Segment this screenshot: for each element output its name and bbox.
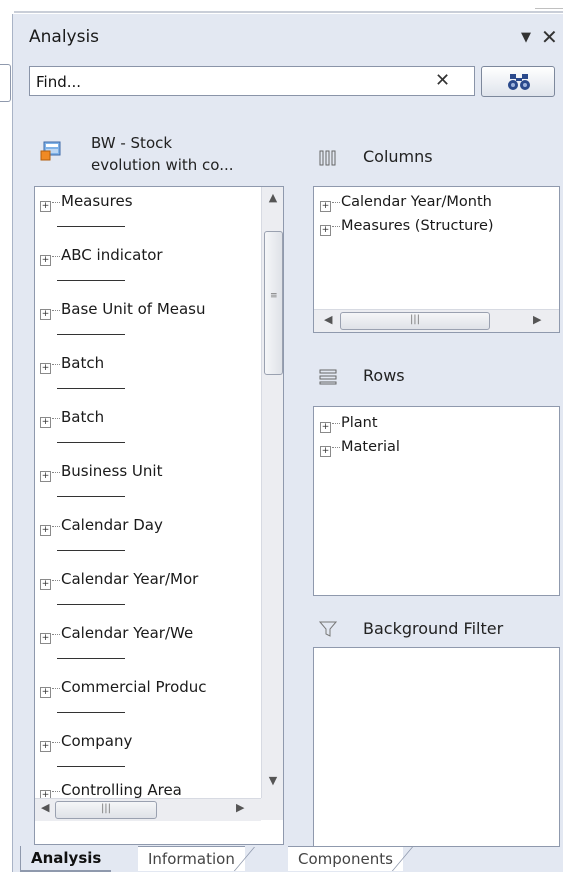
rows-drop-zone[interactable]: + Plant + Material xyxy=(313,406,560,596)
tree-item[interactable]: + ABC indicator xyxy=(40,246,255,268)
panel-title: Analysis xyxy=(29,27,100,47)
datasource-name-line1: BW - Stock xyxy=(91,134,173,152)
expand-icon[interactable]: + xyxy=(40,579,51,590)
tree-item[interactable]: + Company xyxy=(40,732,255,754)
divider xyxy=(57,496,125,497)
tree-item[interactable]: + Calendar Year/We xyxy=(40,624,255,646)
analysis-panel: Analysis ▼ ✕ ✕ BW - Stock evolution with… xyxy=(12,14,563,872)
scroll-right-icon[interactable]: ▶ xyxy=(236,801,244,814)
tree-item[interactable]: + Batch xyxy=(40,408,255,430)
tree-item-measures[interactable]: + Measures xyxy=(40,192,255,214)
find-button[interactable] xyxy=(481,66,555,97)
divider xyxy=(57,388,125,389)
scroll-thumb[interactable]: ||| xyxy=(55,801,157,819)
expand-icon[interactable]: + xyxy=(40,309,51,320)
rows-item[interactable]: + Material xyxy=(320,437,559,459)
divider xyxy=(57,766,125,767)
tree-item[interactable]: + Batch xyxy=(40,354,255,376)
scroll-down-icon[interactable]: ▼ xyxy=(262,774,283,794)
columns-label: Columns xyxy=(363,147,433,166)
scroll-thumb[interactable]: ≡ xyxy=(264,231,283,375)
divider xyxy=(57,280,125,281)
divider xyxy=(57,442,125,443)
tab-components[interactable]: Components xyxy=(288,846,403,871)
divider xyxy=(57,550,125,551)
scroll-left-icon[interactable]: ◀ xyxy=(324,313,332,326)
expand-icon[interactable]: + xyxy=(320,201,331,212)
tree-item[interactable]: + Calendar Day xyxy=(40,516,255,538)
vertical-scrollbar[interactable]: ▲ ≡ ▼ xyxy=(261,187,283,798)
rows-icon xyxy=(319,369,337,385)
find-input[interactable] xyxy=(34,70,418,94)
columns-item[interactable]: + Measures (Structure) xyxy=(320,216,559,238)
tree-item[interactable]: + Business Unit xyxy=(40,462,255,484)
expand-icon[interactable]: + xyxy=(320,225,331,236)
divider xyxy=(57,226,125,227)
scroll-up-icon[interactable]: ▲ xyxy=(262,191,283,211)
datasource-icon xyxy=(40,141,61,161)
datasource-name-line2: evolution with co... xyxy=(91,156,234,174)
background-filter-label: Background Filter xyxy=(363,619,504,638)
expand-icon[interactable]: + xyxy=(40,255,51,266)
binoculars-icon xyxy=(508,74,530,90)
divider xyxy=(57,334,125,335)
window-top-edge xyxy=(0,0,563,13)
tree-item[interactable]: + Calendar Year/Mor xyxy=(40,570,255,592)
expand-icon[interactable]: + xyxy=(40,417,51,428)
expand-icon[interactable]: + xyxy=(320,446,331,457)
expand-icon[interactable]: + xyxy=(40,633,51,644)
expand-icon[interactable]: + xyxy=(40,687,51,698)
tree-item[interactable]: + Commercial Produc xyxy=(40,678,255,700)
expand-icon[interactable]: + xyxy=(40,201,51,212)
horizontal-scrollbar[interactable]: ◀ ||| ▶ xyxy=(35,798,261,821)
expand-icon[interactable]: + xyxy=(320,422,331,433)
expand-icon[interactable]: + xyxy=(40,471,51,482)
rows-item[interactable]: + Plant xyxy=(320,413,559,435)
filter-icon xyxy=(319,621,337,637)
columns-icon xyxy=(319,150,336,166)
background-filter-drop-zone[interactable] xyxy=(313,647,560,847)
clear-search-icon[interactable]: ✕ xyxy=(435,70,450,91)
splitter-handle[interactable] xyxy=(0,64,11,102)
datasource-name[interactable]: BW - Stock evolution with co... xyxy=(91,132,291,176)
divider xyxy=(57,712,125,713)
columns-drop-zone[interactable]: + Calendar Year/Month + Measures (Structur… xyxy=(313,186,560,333)
columns-item[interactable]: + Calendar Year/Month xyxy=(320,192,559,214)
scroll-thumb[interactable]: ||| xyxy=(340,312,490,330)
rows-label: Rows xyxy=(363,366,405,385)
find-field[interactable]: ✕ xyxy=(29,66,475,96)
columns-horizontal-scrollbar[interactable]: ◀ ||| ▶ xyxy=(314,309,559,332)
panel-menu-dropdown-icon[interactable]: ▼ xyxy=(521,30,531,45)
scroll-right-icon[interactable]: ▶ xyxy=(533,313,541,326)
panel-titlebar: Analysis ▼ ✕ xyxy=(13,14,563,56)
scroll-left-icon[interactable]: ◀ xyxy=(41,801,49,814)
expand-icon[interactable]: + xyxy=(40,741,51,752)
panel-tabs: Analysis Information Components xyxy=(20,846,551,872)
divider xyxy=(57,604,125,605)
tab-information[interactable]: Information xyxy=(138,846,245,871)
object-tree[interactable]: + Measures + ABC indicator + Base Unit of M… xyxy=(34,186,284,845)
expand-icon[interactable]: + xyxy=(40,525,51,536)
scrollbar-corner xyxy=(261,798,283,820)
expand-icon[interactable]: + xyxy=(40,363,51,374)
panel-close-icon[interactable]: ✕ xyxy=(541,25,558,49)
divider xyxy=(57,658,125,659)
tree-item[interactable]: + Base Unit of Measu xyxy=(40,300,255,322)
tab-analysis[interactable]: Analysis xyxy=(20,846,112,872)
